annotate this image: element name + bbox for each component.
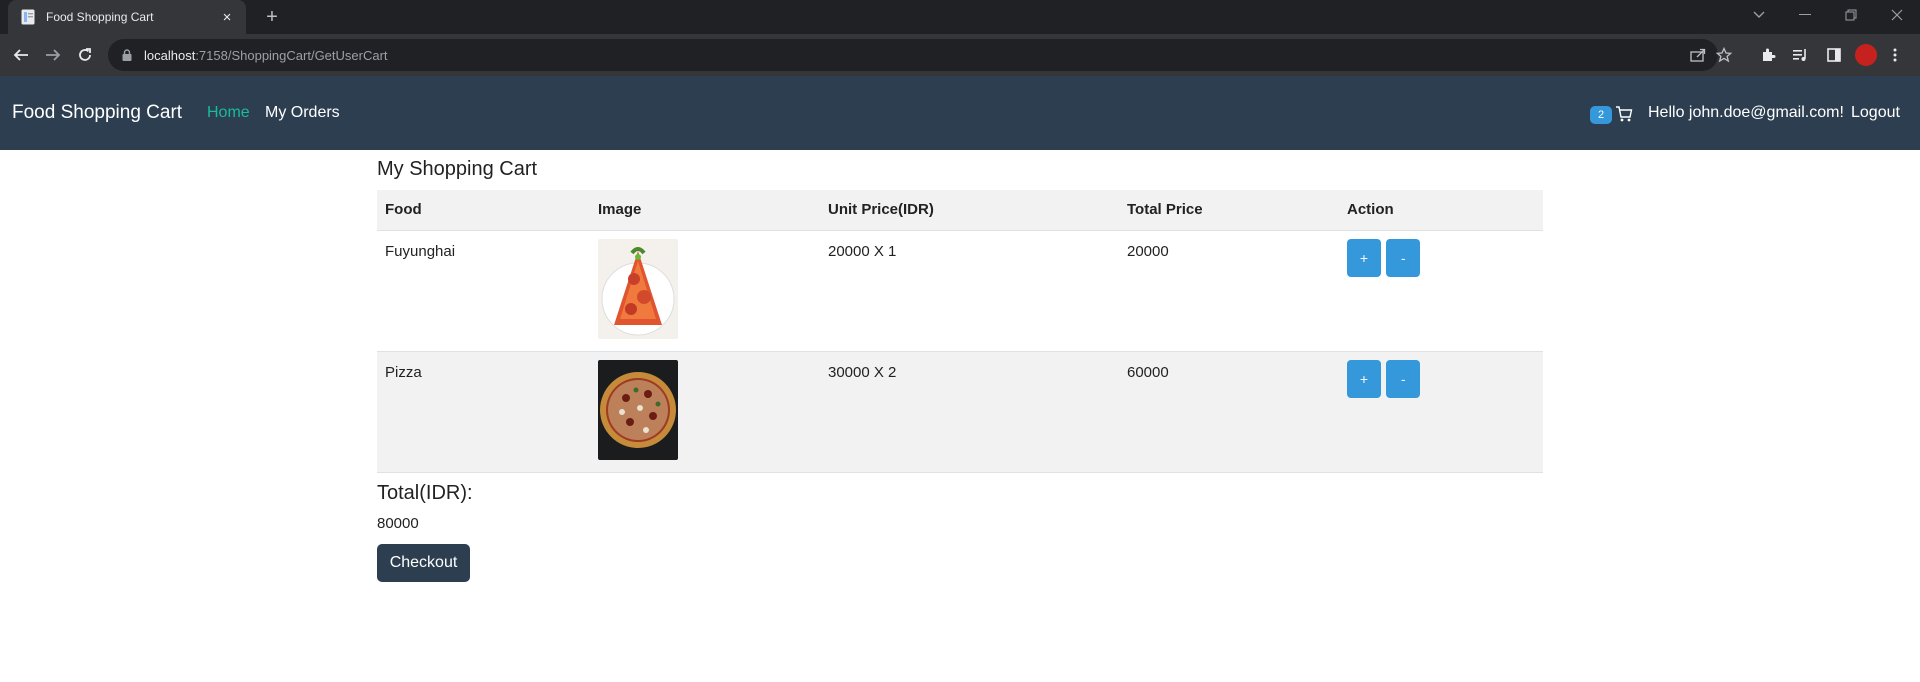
cell-unit-price: 30000 X 2	[820, 351, 1119, 473]
cell-actions: + -	[1339, 351, 1543, 473]
cell-total-price: 60000	[1119, 351, 1339, 473]
bookmark-star-icon[interactable]	[1712, 39, 1736, 71]
address-bar[interactable]: localhost:7158/ShoppingCart/GetUserCart	[108, 39, 1732, 71]
nav-my-orders-link[interactable]: My Orders	[265, 104, 340, 122]
window-close-icon[interactable]	[1874, 0, 1920, 30]
page-favicon-icon	[20, 9, 36, 25]
cell-unit-price: 20000 X 1	[820, 230, 1119, 352]
cell-image	[590, 351, 820, 473]
table-row: Fuyunghai 20000 X 1 20000 + -	[377, 230, 1543, 352]
cart-table: Food Image Unit Price(IDR) Total Price A…	[377, 190, 1543, 473]
shopping-cart-icon[interactable]	[1615, 105, 1633, 123]
column-header-total-price: Total Price	[1119, 190, 1339, 231]
tab-close-icon[interactable]: ×	[218, 9, 236, 26]
total-label: Total(IDR):	[377, 482, 473, 504]
decrease-quantity-button[interactable]: -	[1386, 359, 1421, 398]
cart-count-badge[interactable]: 2	[1590, 106, 1612, 124]
lock-icon[interactable]	[122, 49, 134, 61]
restore-icon[interactable]	[1828, 0, 1874, 30]
browser-tab[interactable]: Food Shopping Cart ×	[8, 0, 246, 34]
cell-image	[590, 230, 820, 352]
column-header-image: Image	[590, 190, 820, 231]
url-path: :7158/ShoppingCart/GetUserCart	[195, 47, 388, 63]
fuyunghai-photo-icon	[598, 238, 678, 339]
media-control-icon[interactable]	[1789, 43, 1813, 67]
new-tab-icon[interactable]: +	[260, 5, 284, 29]
checkout-button[interactable]: Checkout	[377, 544, 470, 582]
nav-home-link[interactable]: Home	[207, 104, 250, 122]
cell-food-name: Fuyunghai	[377, 230, 590, 352]
extensions-icon[interactable]	[1756, 43, 1780, 67]
profile-avatar[interactable]	[1855, 44, 1877, 66]
increase-quantity-button[interactable]: +	[1347, 359, 1381, 398]
browser-toolbar: localhost:7158/ShoppingCart/GetUserCart	[0, 34, 1920, 76]
side-panel-icon[interactable]	[1822, 43, 1846, 67]
browser-tabstrip: Food Shopping Cart × +	[0, 0, 1920, 34]
user-greeting[interactable]: Hello john.doe@gmail.com!	[1648, 104, 1844, 122]
column-header-food: Food	[377, 190, 590, 231]
cell-total-price: 20000	[1119, 230, 1339, 352]
pizza-photo-icon	[598, 359, 678, 460]
minimize-icon[interactable]	[1782, 0, 1828, 30]
brand-link[interactable]: Food Shopping Cart	[12, 102, 182, 124]
url-host: localhost	[144, 47, 196, 63]
total-value: 80000	[377, 515, 419, 532]
site-navbar: Food Shopping Cart Home My Orders 2 Hell…	[0, 76, 1920, 150]
back-icon[interactable]	[9, 43, 33, 67]
increase-quantity-button[interactable]: +	[1347, 238, 1381, 277]
column-header-action: Action	[1339, 190, 1543, 231]
table-row: Pizza 30000 X 2 60000 + -	[377, 351, 1543, 473]
decrease-quantity-button[interactable]: -	[1386, 238, 1421, 277]
page-title: My Shopping Cart	[377, 158, 538, 180]
logout-link[interactable]: Logout	[1851, 104, 1900, 122]
table-header-row: Food Image Unit Price(IDR) Total Price A…	[377, 190, 1543, 231]
forward-icon[interactable]	[41, 43, 65, 67]
cell-actions: + -	[1339, 230, 1543, 352]
tab-search-icon[interactable]	[1736, 0, 1782, 30]
reload-icon[interactable]	[73, 43, 97, 67]
browser-menu-icon[interactable]	[1883, 43, 1907, 67]
cell-food-name: Pizza	[377, 351, 590, 473]
column-header-unit-price: Unit Price(IDR)	[820, 190, 1119, 231]
share-icon[interactable]	[1686, 39, 1710, 71]
tab-title: Food Shopping Cart	[46, 10, 154, 24]
